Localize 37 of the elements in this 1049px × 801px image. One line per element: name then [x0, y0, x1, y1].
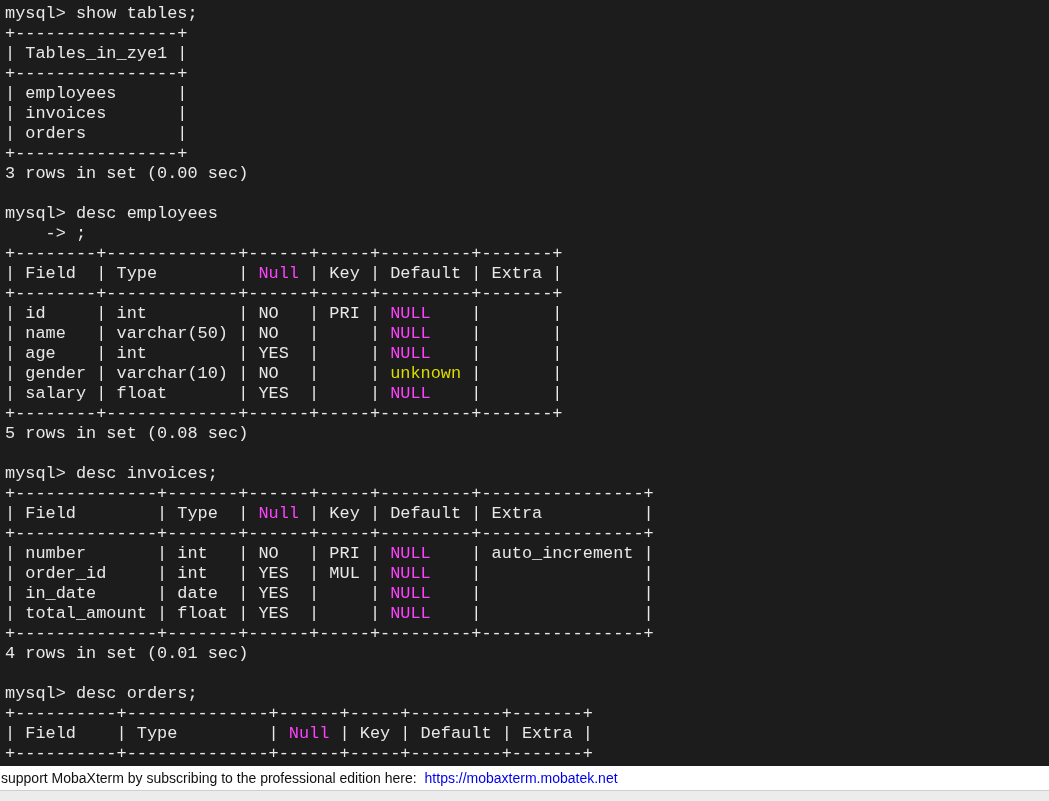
terminal-line: +----------------+: [5, 144, 188, 164]
terminal-line: 5 rows in set (0.08 sec): [5, 424, 249, 444]
terminal-line: +----------------+: [5, 24, 188, 44]
terminal-line: mysql> desc invoices;: [5, 464, 218, 484]
terminal-line: mysql> show tables;: [5, 4, 198, 24]
terminal-line: | number | int | NO | PRI | NULL | auto_increment |: [5, 544, 654, 564]
terminal-line: | salary | float | YES | | NULL | |: [5, 384, 563, 404]
terminal-line: | employees |: [5, 84, 188, 104]
terminal-line: | in_date | date | YES | | NULL | |: [5, 584, 654, 604]
terminal-line: +--------+-------------+------+-----+---------+-------+: [5, 244, 563, 264]
terminal-line: +----------+--------------+------+-----+---------+-------+: [5, 704, 593, 724]
terminal-line: | name | varchar(50) | NO | | NULL | |: [5, 324, 563, 344]
terminal-line: +--------+-------------+------+-----+---------+-------+: [5, 404, 563, 424]
terminal-line: mysql> desc orders;: [5, 684, 198, 704]
terminal-line: | age | int | YES | | NULL | |: [5, 344, 563, 364]
terminal-line: | Field | Type | Null | Key | Default | Extra |: [5, 264, 563, 284]
terminal-line: +----------+--------------+------+-----+---------+-------+: [5, 744, 593, 764]
terminal-line: | orders |: [5, 124, 188, 144]
terminal-line: | gender | varchar(10) | NO | | unknown | |: [5, 364, 563, 384]
terminal-line: | Field | Type | Null | Key | Default | Extra |: [5, 724, 593, 744]
terminal-line: | order_id | int | YES | MUL | NULL | |: [5, 564, 654, 584]
terminal-line: | Tables_in_zye1 |: [5, 44, 188, 64]
terminal-line: +--------------+-------+------+-----+---------+----------------+: [5, 624, 654, 644]
terminal-line: | Field | Type | Null | Key | Default | Extra |: [5, 504, 654, 524]
website-link[interactable]: https://mobaxterm.mobatek.net: [424, 770, 618, 786]
terminal-line: | invoices |: [5, 104, 188, 124]
terminal-line: mysql> desc employees: [5, 204, 218, 224]
terminal-line: | total_amount | float | YES | | NULL | |: [5, 604, 654, 624]
terminal-line: +--------------+-------+------+-----+---------+----------------+: [5, 524, 654, 544]
terminal-line: 4 rows in set (0.01 sec): [5, 644, 249, 664]
terminal-line: +--------------+-------+------+-----+---------+----------------+: [5, 484, 654, 504]
terminal-line: +----------------+: [5, 64, 188, 84]
terminal-line: -> ;: [44, 224, 87, 244]
support-message: support MobaXterm by subscribing to the professional edition here:: [1, 770, 417, 786]
terminal-line: 3 rows in set (0.00 sec): [5, 164, 249, 184]
terminal-line: +--------+-------------+------+-----+---------+-------+: [5, 284, 563, 304]
terminal-line: | id | int | NO | PRI | NULL | |: [5, 304, 563, 324]
